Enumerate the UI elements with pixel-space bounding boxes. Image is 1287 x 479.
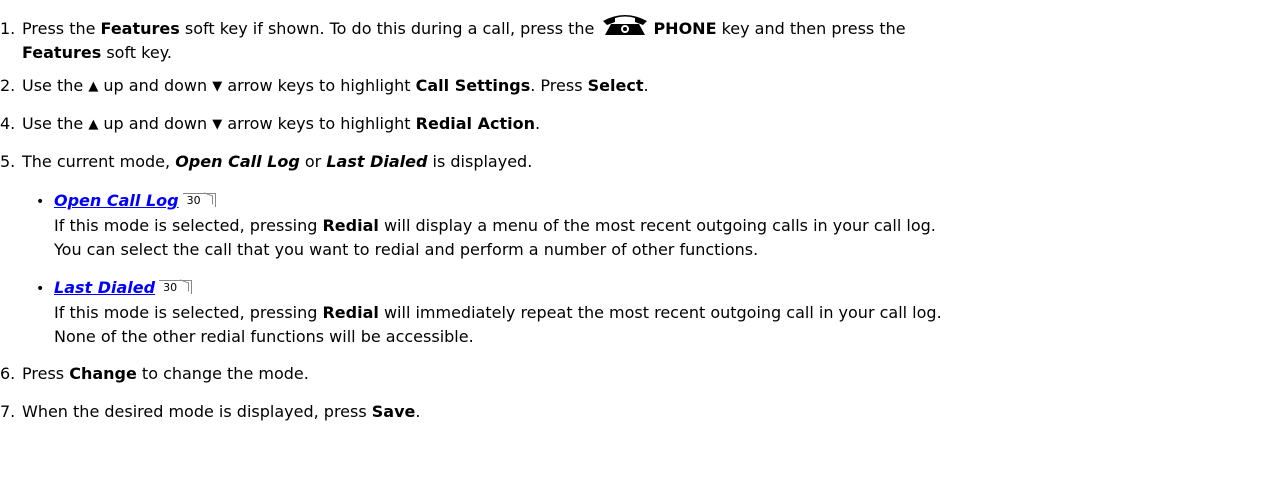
option-description: If this mode is selected, pressing Redia… (54, 216, 936, 235)
features-key-label-2: Features (22, 43, 102, 62)
page-reference-link[interactable]: 30 (182, 193, 216, 207)
instructions-document: 1. Press the Features soft key if shown. … (0, 0, 1287, 479)
mode-last-dialed: Last Dialed (326, 152, 428, 171)
redial-key-label: Redial (322, 303, 379, 322)
mode-open-call-log: Open Call Log (175, 152, 300, 171)
option-description: If this mode is selected, pressing Redia… (54, 303, 942, 322)
down-arrow-icon: ▼ (212, 117, 223, 132)
step-number: 6. (0, 364, 16, 383)
step-2: 2. Use the ▲ up and down ▼ arrow keys to … (0, 74, 649, 99)
step-number: 2. (0, 76, 16, 95)
redial-action-label: Redial Action (415, 114, 535, 133)
up-arrow-icon: ▲ (88, 79, 99, 94)
select-key-label: Select (587, 76, 644, 95)
step-number: 4. (0, 114, 16, 133)
bullet-icon: • (36, 194, 45, 210)
features-key-label: Features (100, 19, 180, 38)
option-description-2: None of the other redial functions will … (54, 327, 474, 346)
bullet-icon: • (36, 281, 45, 297)
step-number: 1. (0, 19, 16, 38)
option-open-call-log: • Open Call Log 30 If this mode is selecte… (36, 189, 936, 262)
up-arrow-icon: ▲ (88, 117, 99, 132)
step-number: 7. (0, 402, 16, 421)
step-5: 5. The current mode, Open Call Log or Las… (0, 150, 532, 174)
down-arrow-icon: ▼ (212, 79, 223, 94)
open-call-log-link[interactable]: Open Call Log (54, 191, 179, 210)
change-key-label: Change (69, 364, 137, 383)
step-number: 5. (0, 152, 16, 171)
phone-key-label: PHONE (653, 19, 717, 38)
step-1: 1. Press the Features soft key if shown. … (0, 12, 906, 65)
option-description-2: You can select the call that you want to… (54, 240, 759, 259)
phone-icon (603, 15, 648, 35)
step-4: 4. Use the ▲ up and down ▼ arrow keys to … (0, 112, 540, 137)
step-7: 7. When the desired mode is displayed, pr… (0, 400, 420, 424)
redial-key-label: Redial (322, 216, 379, 235)
step-6: 6. Press Change to change the mode. (0, 362, 309, 386)
last-dialed-link[interactable]: Last Dialed (54, 278, 155, 297)
page-reference-link[interactable]: 30 (159, 280, 193, 294)
call-settings-label: Call Settings (415, 76, 531, 95)
option-last-dialed: • Last Dialed 30 If this mode is selected,… (36, 276, 942, 349)
save-key-label: Save (371, 402, 416, 421)
